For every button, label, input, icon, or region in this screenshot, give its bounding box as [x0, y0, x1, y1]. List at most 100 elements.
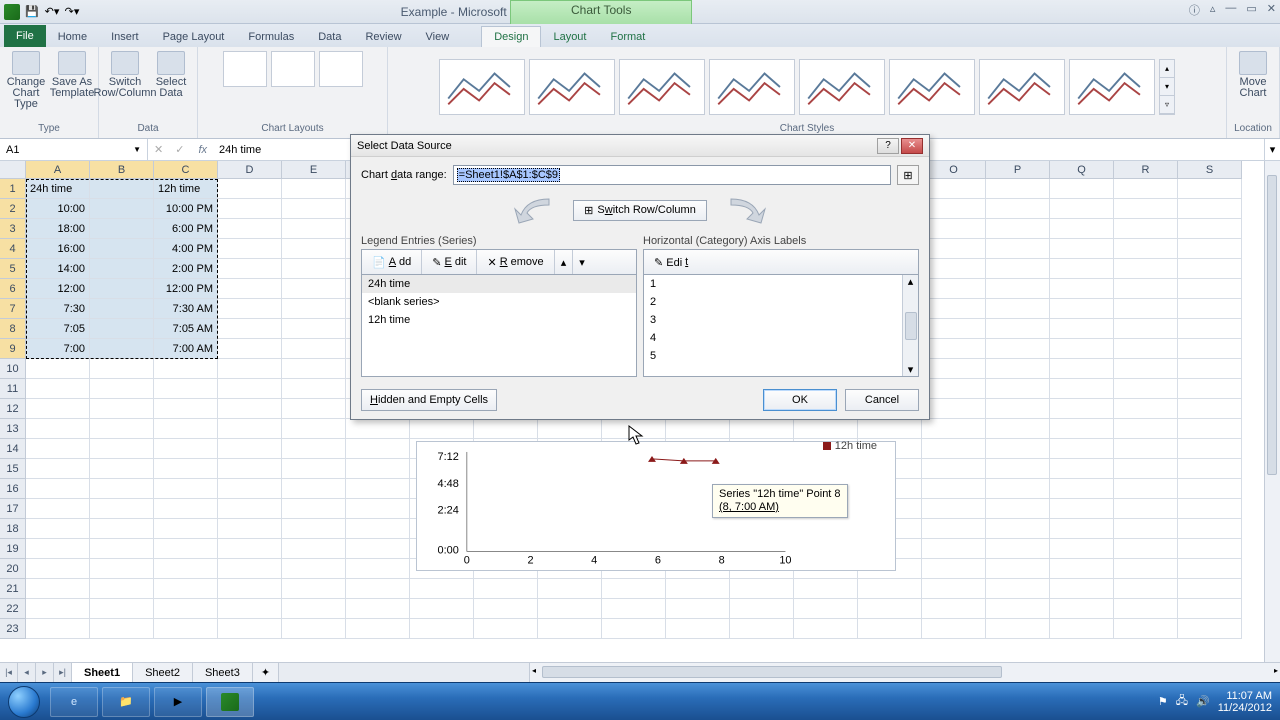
cell[interactable] — [218, 439, 282, 459]
series-move-down-button[interactable]: ▾ — [573, 250, 591, 274]
row-header[interactable]: 12 — [0, 399, 26, 419]
taskbar-excel-icon[interactable] — [206, 687, 254, 717]
row-header[interactable]: 5 — [0, 259, 26, 279]
tab-design[interactable]: Design — [481, 26, 541, 47]
cell[interactable] — [90, 539, 154, 559]
cell[interactable] — [218, 619, 282, 639]
row-header[interactable]: 19 — [0, 539, 26, 559]
cell[interactable] — [922, 619, 986, 639]
cell[interactable]: 7:00 AM — [154, 339, 218, 359]
category-list[interactable]: 1 2 3 4 5 ▴▾ — [643, 275, 919, 377]
cell[interactable] — [986, 399, 1050, 419]
cell[interactable] — [1114, 319, 1178, 339]
cell[interactable] — [922, 539, 986, 559]
series-item[interactable]: 12h time — [362, 311, 636, 329]
cell[interactable] — [282, 419, 346, 439]
cell[interactable] — [154, 459, 218, 479]
row-header[interactable]: 7 — [0, 299, 26, 319]
cell[interactable] — [346, 419, 410, 439]
cell[interactable] — [282, 319, 346, 339]
row-header[interactable]: 22 — [0, 599, 26, 619]
cell[interactable]: 6:00 PM — [154, 219, 218, 239]
redo-icon[interactable]: ↷▾ — [64, 4, 80, 20]
row-header[interactable]: 14 — [0, 439, 26, 459]
tab-view[interactable]: View — [414, 27, 462, 47]
cell[interactable] — [1178, 479, 1242, 499]
cell[interactable] — [154, 419, 218, 439]
row-header[interactable]: 21 — [0, 579, 26, 599]
cell[interactable] — [474, 599, 538, 619]
row-header[interactable]: 3 — [0, 219, 26, 239]
column-header[interactable]: Q — [1050, 161, 1114, 179]
column-header[interactable]: B — [90, 161, 154, 179]
cell[interactable] — [1050, 179, 1114, 199]
cell[interactable] — [986, 219, 1050, 239]
cell[interactable] — [218, 199, 282, 219]
row-header[interactable]: 8 — [0, 319, 26, 339]
tab-page-layout[interactable]: Page Layout — [151, 27, 237, 47]
last-sheet-button[interactable]: ▸| — [54, 663, 72, 682]
chart-data-range-input[interactable]: =Sheet1!$A$1:$C$9 — [453, 165, 891, 185]
cell[interactable] — [986, 419, 1050, 439]
chart-style-option[interactable] — [709, 59, 795, 115]
sheet-tab-2[interactable]: Sheet2 — [133, 663, 193, 682]
cell[interactable] — [922, 499, 986, 519]
range-picker-button[interactable]: ⊞ — [897, 165, 919, 185]
category-item[interactable]: 2 — [644, 293, 918, 311]
series-item[interactable]: <blank series> — [362, 293, 636, 311]
cell[interactable] — [346, 579, 410, 599]
help-icon[interactable]: ⓘ — [1189, 2, 1200, 18]
cell[interactable] — [218, 299, 282, 319]
cell[interactable] — [346, 479, 410, 499]
cell[interactable] — [986, 439, 1050, 459]
cell[interactable] — [346, 519, 410, 539]
cell[interactable] — [1178, 199, 1242, 219]
cell[interactable] — [282, 499, 346, 519]
cell[interactable] — [730, 579, 794, 599]
row-header[interactable]: 13 — [0, 419, 26, 439]
cell[interactable] — [858, 619, 922, 639]
cell[interactable] — [986, 459, 1050, 479]
cell[interactable] — [1114, 499, 1178, 519]
cell[interactable] — [218, 219, 282, 239]
tab-data[interactable]: Data — [306, 27, 353, 47]
cell[interactable] — [986, 259, 1050, 279]
cancel-formula-icon[interactable]: ✕ — [148, 143, 169, 156]
cell[interactable] — [1114, 419, 1178, 439]
cell[interactable] — [410, 619, 474, 639]
taskbar-media-icon[interactable]: ▶ — [154, 687, 202, 717]
cell[interactable] — [922, 259, 986, 279]
chart-style-option[interactable] — [1069, 59, 1155, 115]
cell[interactable] — [858, 419, 922, 439]
cell[interactable]: 10:00 — [26, 199, 90, 219]
cell[interactable] — [90, 559, 154, 579]
category-item[interactable]: 4 — [644, 329, 918, 347]
cell[interactable] — [922, 459, 986, 479]
cell[interactable] — [90, 199, 154, 219]
chart-layout-option[interactable] — [319, 51, 363, 87]
cell[interactable] — [218, 539, 282, 559]
cell[interactable] — [1050, 519, 1114, 539]
minimize-ribbon-icon[interactable]: ▵ — [1210, 2, 1216, 18]
series-move-up-button[interactable]: ▴ — [555, 250, 574, 274]
cell[interactable] — [986, 279, 1050, 299]
tab-home[interactable]: Home — [46, 27, 99, 47]
cell[interactable] — [1178, 319, 1242, 339]
chart-style-option[interactable] — [979, 59, 1065, 115]
next-sheet-button[interactable]: ▸ — [36, 663, 54, 682]
cell[interactable] — [986, 239, 1050, 259]
cell[interactable] — [1178, 619, 1242, 639]
tab-formulas[interactable]: Formulas — [236, 27, 306, 47]
cell[interactable] — [794, 619, 858, 639]
column-header[interactable]: R — [1114, 161, 1178, 179]
file-tab[interactable]: File — [4, 25, 46, 47]
cell[interactable] — [986, 179, 1050, 199]
cell[interactable] — [1114, 519, 1178, 539]
tab-insert[interactable]: Insert — [99, 27, 151, 47]
select-all-corner[interactable] — [0, 161, 26, 179]
cell[interactable] — [282, 339, 346, 359]
sheet-tab-3[interactable]: Sheet3 — [193, 663, 253, 682]
cell[interactable]: 7:00 — [26, 339, 90, 359]
cell[interactable] — [218, 419, 282, 439]
cell[interactable] — [1114, 579, 1178, 599]
